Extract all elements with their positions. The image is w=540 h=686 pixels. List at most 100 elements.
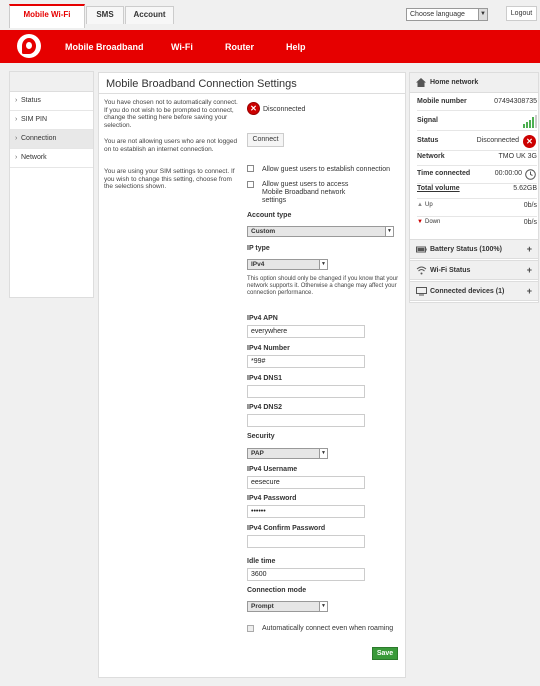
total-volume-label: Total volume [417, 185, 460, 192]
sidebar-item-status[interactable]: › Status [10, 92, 93, 111]
guest-settings-label: Allow guest users to access Mobile Broad… [262, 181, 349, 204]
save-button[interactable]: Save [372, 647, 398, 660]
connected-devices-label: Connected devices (1) [430, 288, 505, 295]
down-value: 0b/s [523, 219, 537, 226]
security-select[interactable]: PAP ▼ [247, 448, 328, 459]
status-value: Disconnected [476, 137, 519, 144]
divider [417, 150, 537, 151]
battery-status-section[interactable]: Battery Status (100%) + [410, 239, 538, 259]
battery-icon [416, 246, 427, 253]
language-select-label: Choose language [410, 11, 465, 18]
connection-mode-value: Prompt [251, 603, 274, 610]
time-connected-row: Time connected 00:00:00 [417, 168, 537, 182]
nav-router[interactable]: Router [225, 42, 254, 52]
tab-mobile-wifi[interactable]: Mobile Wi-Fi [9, 4, 85, 28]
security-label: Security [247, 433, 275, 440]
divider [417, 165, 537, 166]
divider [417, 130, 537, 131]
chevron-right-icon: › [15, 135, 18, 142]
sidebar: › Status › SIM PIN › Connection › Networ… [9, 71, 94, 298]
ip-type-value: IPv4 [251, 261, 265, 268]
battery-status-label: Battery Status (100%) [430, 246, 502, 253]
total-volume-value: 5.62GB [513, 185, 537, 192]
network-label: Network [417, 153, 445, 160]
roaming-checkbox[interactable] [247, 625, 254, 632]
apn-label: IPv4 APN [247, 315, 278, 322]
info-guest-users: You are not allowing users who are not l… [104, 138, 238, 153]
idle-time-label: Idle time [247, 558, 276, 565]
guest-connect-checkbox[interactable] [247, 165, 254, 172]
guest-settings-checkbox[interactable] [247, 181, 254, 188]
tab-sms[interactable]: SMS [86, 6, 124, 24]
connect-button[interactable]: Connect [247, 133, 284, 147]
wifi-status-section[interactable]: Wi-Fi Status + [410, 260, 538, 280]
confirm-password-input[interactable] [247, 535, 365, 548]
connection-mode-select[interactable]: Prompt ▼ [247, 601, 328, 612]
mobile-number-label: Mobile number [417, 98, 467, 105]
signal-row: Signal [417, 115, 537, 129]
nav-help[interactable]: Help [286, 42, 306, 52]
chevron-down-icon: ▼ [319, 260, 327, 269]
monitor-icon [416, 287, 427, 296]
ip-type-label: IP type [247, 245, 270, 252]
mobile-number-value: 07494308735 [494, 98, 537, 105]
info-auto-connect: You have chosen not to automatically con… [104, 99, 238, 129]
chevron-down-icon: ▼ [478, 9, 487, 20]
home-network-header: Home network [410, 73, 538, 93]
up-value: 0b/s [523, 202, 537, 209]
dns1-label: IPv4 DNS1 [247, 375, 283, 382]
tab-account[interactable]: Account [125, 6, 174, 24]
ip-type-select[interactable]: IPv4 ▼ [247, 259, 328, 270]
mobile-number-row: Mobile number 07494308735 [417, 98, 537, 110]
dns2-input[interactable] [247, 414, 365, 427]
status-label: Status [417, 137, 439, 144]
time-connected-value: 00:00:00 [494, 170, 522, 177]
sidebar-item-sim-pin[interactable]: › SIM PIN [10, 111, 93, 130]
expand-icon: + [526, 265, 532, 275]
signal-icon [523, 115, 537, 128]
chevron-down-icon: ▼ [319, 449, 327, 458]
idle-time-input[interactable]: 3600 [247, 568, 365, 581]
divider [417, 183, 537, 184]
chevron-right-icon: › [15, 154, 18, 161]
logout-button[interactable]: Logout [506, 6, 537, 21]
connection-mode-label: Connection mode [247, 587, 307, 594]
ip-type-note: This option should only be changed if yo… [247, 276, 399, 296]
password-label: IPv4 Password [247, 495, 297, 502]
confirm-password-label: IPv4 Confirm Password [247, 525, 326, 532]
username-input[interactable]: eesecure [247, 476, 365, 489]
sidebar-item-connection[interactable]: › Connection [10, 130, 93, 149]
nav-mobile-broadband[interactable]: Mobile Broadband [65, 42, 144, 52]
disconnected-icon: ✕ [523, 135, 536, 148]
account-type-label: Account type [247, 212, 292, 219]
page-title: Mobile Broadband Connection Settings [106, 78, 297, 90]
password-input[interactable]: •••••• [247, 505, 365, 518]
home-network-title: Home network [430, 79, 479, 86]
nav-wifi[interactable]: Wi-Fi [171, 42, 193, 52]
number-input[interactable]: *99# [247, 355, 365, 368]
connection-status: Disconnected [263, 106, 306, 113]
account-type-select[interactable]: Custom ▼ [247, 226, 394, 237]
dns2-label: IPv4 DNS2 [247, 404, 283, 411]
down-arrow-icon: ▼ [417, 219, 423, 225]
download-row: ▼ Down 0b/s [417, 219, 537, 231]
sidebar-item-network[interactable]: › Network [10, 149, 93, 168]
wifi-icon [416, 266, 427, 275]
expand-icon: + [526, 244, 532, 254]
username-label: IPv4 Username [247, 466, 298, 473]
connected-devices-section[interactable]: Connected devices (1) + [410, 281, 538, 301]
info-sim-settings: You are using your SIM settings to conne… [104, 168, 235, 190]
clock-icon [525, 169, 536, 180]
language-select[interactable]: Choose language ▼ [406, 8, 488, 21]
down-label: Down [425, 219, 441, 225]
account-type-value: Custom [251, 228, 276, 235]
sidebar-item-label: Status [21, 97, 41, 104]
status-row: Status Disconnected ✕ [417, 135, 537, 149]
expand-icon: + [526, 286, 532, 296]
sidebar-item-label: Connection [21, 135, 57, 142]
divider [417, 198, 537, 199]
apn-input[interactable]: everywhere [247, 325, 365, 338]
chevron-down-icon: ▼ [319, 602, 327, 611]
dns1-input[interactable] [247, 385, 365, 398]
sidebar-header [10, 72, 93, 92]
